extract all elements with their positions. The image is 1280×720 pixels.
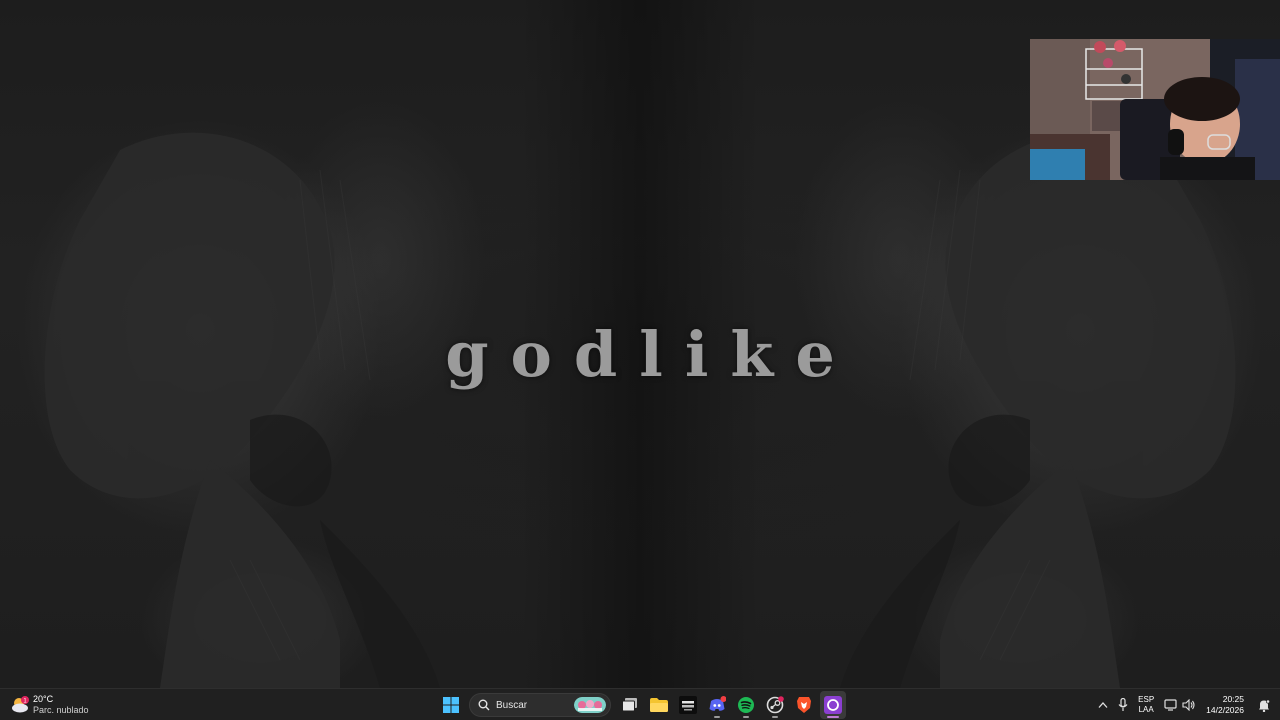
- purple-ring-icon: [823, 696, 842, 714]
- weather-widget[interactable]: 1 20°C Parc. nublado: [10, 693, 89, 717]
- steam-button[interactable]: [762, 691, 788, 719]
- notification-bell-icon: [1259, 699, 1270, 712]
- keyboard-layout: LAA: [1138, 705, 1154, 714]
- search-label: Buscar: [496, 699, 528, 711]
- microphone-icon: [1118, 698, 1128, 711]
- clock-date: 14/2/2026: [1206, 705, 1244, 715]
- task-view-icon: [621, 698, 637, 712]
- language-code: ESP: [1138, 695, 1155, 704]
- taskbar-apps: Buscar: [436, 689, 847, 720]
- call-of-duty-button[interactable]: [675, 691, 701, 719]
- steam-icon: [766, 696, 784, 714]
- show-hidden-icons-button[interactable]: [1093, 689, 1113, 720]
- wallpaper-title: godlike: [445, 318, 857, 391]
- spotify-button[interactable]: [733, 691, 759, 719]
- clock-button[interactable]: 20:25 14/2/2026: [1201, 689, 1253, 720]
- cod-icon: [678, 696, 697, 714]
- volume-icon: [1182, 699, 1195, 711]
- microphone-button[interactable]: [1113, 689, 1133, 720]
- taskbar-search[interactable]: Buscar: [469, 693, 611, 717]
- chevron-up-icon: [1098, 702, 1108, 708]
- clock-time: 20:25: [1222, 694, 1244, 704]
- task-view-button[interactable]: [617, 691, 643, 719]
- network-icon: [1164, 699, 1177, 711]
- search-icon: [478, 699, 490, 711]
- obs-like-app-button[interactable]: [819, 691, 846, 719]
- taskbar: 1 20°C Parc. nublado Buscar ESP LAA 20:2…: [0, 688, 1280, 720]
- weather-temperature: 20°C: [33, 694, 54, 704]
- folder-icon: [649, 698, 668, 712]
- file-explorer-button[interactable]: [646, 691, 672, 719]
- spotify-icon: [737, 697, 754, 713]
- system-tray: ESP LAA 20:25 14/2/2026: [1093, 689, 1280, 720]
- webcam-feed: [1030, 39, 1280, 180]
- discord-button[interactable]: [704, 691, 730, 719]
- notifications-button[interactable]: [1253, 689, 1280, 720]
- windows-logo-icon: [442, 697, 459, 713]
- discord-icon: [709, 696, 726, 711]
- brave-lion-icon: [796, 697, 811, 713]
- brave-button[interactable]: [791, 691, 817, 719]
- start-button[interactable]: [438, 691, 464, 719]
- partly-cloudy-icon: 1: [10, 695, 30, 715]
- language-switcher[interactable]: ESP LAA: [1133, 689, 1159, 720]
- search-highlight-icon: [574, 697, 606, 713]
- webcam-overlay: [1030, 39, 1280, 180]
- weather-description: Parc. nublado: [33, 705, 89, 715]
- network-volume-button[interactable]: [1159, 689, 1201, 720]
